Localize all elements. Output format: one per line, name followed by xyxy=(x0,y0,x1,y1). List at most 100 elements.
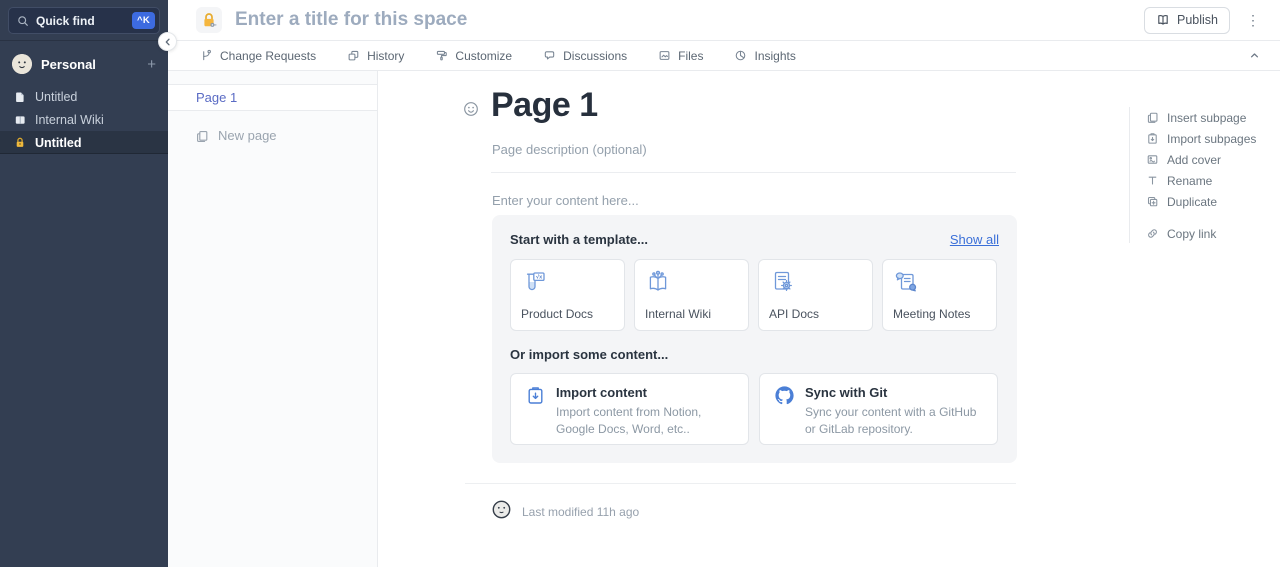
page-description-input[interactable]: Page description (optional) xyxy=(492,142,647,157)
open-book-icon xyxy=(1156,13,1170,27)
template-card-meeting-notes[interactable]: Meeting Notes xyxy=(882,259,997,331)
workspace-name: Personal xyxy=(41,57,147,72)
sync-git-subtitle: Sync your content with a GitHub or GitLa… xyxy=(805,404,983,439)
page-action-rail: Insert subpage Import subpages Add cover… xyxy=(1146,107,1256,244)
quick-find-label: Quick find xyxy=(36,14,132,28)
template-card-label: Meeting Notes xyxy=(893,307,970,321)
search-icon xyxy=(17,15,29,27)
template-card-internal-wiki[interactable]: Internal Wiki xyxy=(634,259,749,331)
show-all-link[interactable]: Show all xyxy=(950,232,999,247)
add-cover-button[interactable]: Add cover xyxy=(1146,149,1256,170)
pages-icon xyxy=(1146,111,1159,124)
template-card-label: API Docs xyxy=(769,307,819,321)
tab-customize[interactable]: Customize xyxy=(435,49,512,63)
product-docs-icon: √x xyxy=(521,269,547,295)
history-icon xyxy=(347,49,360,62)
sidebar-item-internal-wiki[interactable]: Internal Wiki xyxy=(0,108,168,131)
workspace-avatar xyxy=(12,54,32,74)
sync-with-git-card[interactable]: Sync with Git Sync your content with a G… xyxy=(759,373,998,445)
collapse-sidebar-button[interactable] xyxy=(158,32,177,51)
space-list: Untitled Internal Wiki Untitled xyxy=(0,85,168,154)
meeting-notes-icon xyxy=(893,269,919,295)
pages-icon xyxy=(195,129,209,143)
avatar-face-icon[interactable] xyxy=(492,500,511,524)
import-content-subtitle: Import content from Notion, Google Docs,… xyxy=(556,404,734,439)
page-footer: Last modified 11h ago xyxy=(492,500,639,524)
import-subpages-button[interactable]: Import subpages xyxy=(1146,128,1256,149)
add-space-button[interactable]: + xyxy=(147,57,156,72)
sidebar-item-label: Untitled xyxy=(35,136,82,150)
text-icon xyxy=(1146,174,1159,187)
template-cards: √x Product Docs Internal Wiki API Docs M… xyxy=(510,259,999,331)
collapse-tabbar-button[interactable] xyxy=(1249,50,1260,61)
insert-subpage-button[interactable]: Insert subpage xyxy=(1146,107,1256,128)
content-placeholder[interactable]: Enter your content here... xyxy=(492,193,639,208)
sidebar-item-untitled-1[interactable]: Untitled xyxy=(0,85,168,108)
import-content-title: Import content xyxy=(556,385,734,400)
copy-link-button[interactable]: Copy link xyxy=(1146,223,1256,244)
templates-heading: Start with a template... xyxy=(510,232,648,247)
new-page-button[interactable]: New page xyxy=(168,128,377,143)
duplicate-button[interactable]: Duplicate xyxy=(1146,191,1256,212)
tab-change-requests[interactable]: Change Requests xyxy=(200,49,316,63)
new-page-label: New page xyxy=(218,128,277,143)
page-editor: Page 1 Page description (optional) Enter… xyxy=(378,71,1280,567)
internal-wiki-icon xyxy=(645,269,671,295)
smiley-icon xyxy=(463,101,479,117)
template-card-api-docs[interactable]: API Docs xyxy=(758,259,873,331)
lock-icon xyxy=(13,136,26,149)
publish-button-label: Publish xyxy=(1177,13,1218,27)
page-title[interactable]: Page 1 xyxy=(491,83,598,127)
import-content-icon xyxy=(526,385,545,444)
shortcut-badge: ^K xyxy=(132,12,155,29)
tab-discussions[interactable]: Discussions xyxy=(543,49,627,63)
workspace-switcher[interactable]: Personal + xyxy=(0,47,168,81)
chevron-left-icon xyxy=(164,38,172,46)
page-list-item-label: Page 1 xyxy=(196,90,237,105)
svg-text:√x: √x xyxy=(536,274,543,281)
publish-button[interactable]: Publish xyxy=(1144,7,1230,34)
getting-started-box: Start with a template... Show all √x Pro… xyxy=(492,215,1017,463)
book-icon xyxy=(13,114,26,126)
emoji-picker-button[interactable] xyxy=(463,101,479,117)
customize-icon xyxy=(435,49,448,62)
import-content-card[interactable]: Import content Import content from Notio… xyxy=(510,373,749,445)
space-emoji-button[interactable] xyxy=(196,7,222,33)
chevron-up-icon xyxy=(1249,50,1260,61)
clipboard-import-icon xyxy=(1146,132,1159,145)
page-list-item-page-1[interactable]: Page 1 xyxy=(168,84,377,111)
github-icon xyxy=(775,385,794,444)
image-icon xyxy=(1146,153,1159,166)
template-card-product-docs[interactable]: √x Product Docs xyxy=(510,259,625,331)
duplicate-icon xyxy=(1146,195,1159,208)
tab-files[interactable]: Files xyxy=(658,49,703,63)
sidebar-item-label: Internal Wiki xyxy=(35,113,104,127)
space-title-input[interactable]: Enter a title for this space xyxy=(235,9,1144,31)
insights-icon xyxy=(734,49,747,62)
files-icon xyxy=(658,49,671,62)
space-tabbar: Change Requests History Customize Discus… xyxy=(168,41,1280,71)
last-modified-text: Last modified 11h ago xyxy=(522,505,639,519)
app-window: Quick find ^K Personal + Untitled xyxy=(0,0,1280,567)
tab-insights[interactable]: Insights xyxy=(734,49,795,63)
search-section: Quick find ^K xyxy=(0,0,168,41)
quick-find-button[interactable]: Quick find ^K xyxy=(8,7,160,34)
branch-icon xyxy=(200,49,213,62)
tab-history[interactable]: History xyxy=(347,49,404,63)
kebab-menu-icon[interactable]: ⋮ xyxy=(1242,12,1264,29)
link-icon xyxy=(1146,227,1159,240)
title-divider xyxy=(491,172,1016,173)
lock-with-key-icon xyxy=(201,12,217,29)
api-docs-icon xyxy=(769,269,795,295)
workspace-sidebar: Quick find ^K Personal + Untitled xyxy=(0,0,168,567)
sync-git-title: Sync with Git xyxy=(805,385,983,400)
page-list-panel: Page 1 New page xyxy=(168,71,378,567)
action-rail-divider xyxy=(1129,107,1130,243)
footer-divider xyxy=(465,483,1016,484)
rename-button[interactable]: Rename xyxy=(1146,170,1256,191)
space-header: Enter a title for this space Publish ⋮ xyxy=(168,0,1280,41)
template-card-label: Product Docs xyxy=(521,307,593,321)
import-heading: Or import some content... xyxy=(510,347,999,362)
template-card-label: Internal Wiki xyxy=(645,307,711,321)
sidebar-item-untitled-2-selected[interactable]: Untitled xyxy=(0,131,168,154)
